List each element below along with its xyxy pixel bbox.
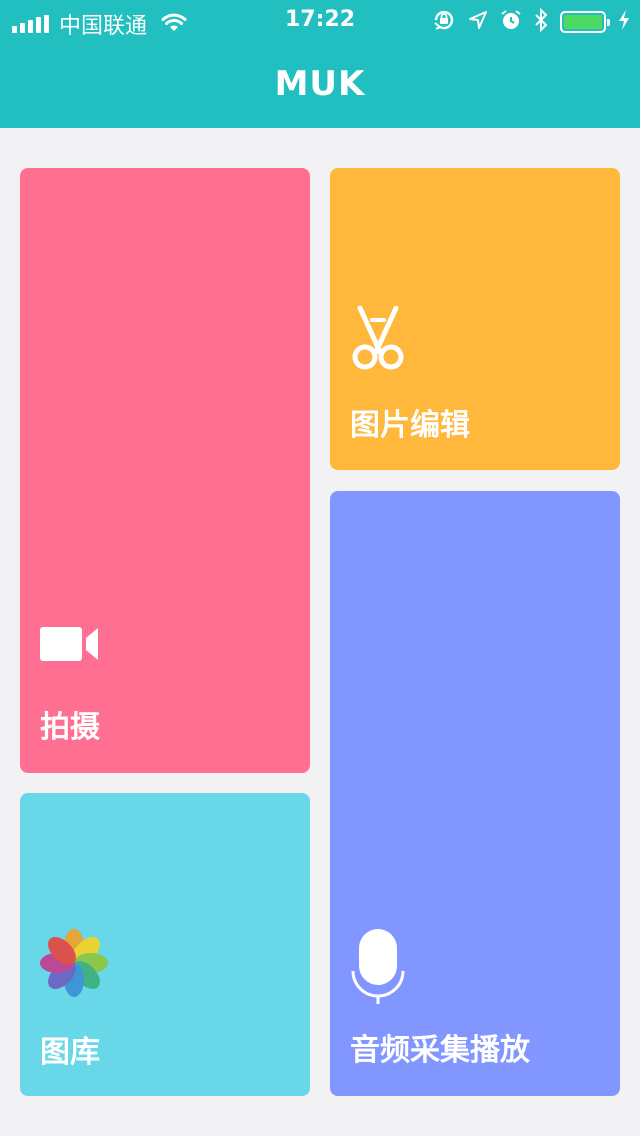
tile-gallery-label: 图库 (40, 1035, 100, 1070)
photos-icon (40, 929, 108, 1001)
tile-gallery[interactable]: 图库 (20, 793, 310, 1096)
video-camera-icon (40, 624, 100, 668)
tile-image-edit-label: 图片编辑 (350, 408, 470, 443)
battery-icon (560, 11, 610, 33)
battery-fill (564, 15, 602, 29)
status-bar: 中国联通 17:22 (0, 0, 640, 40)
tile-audio-label: 音频采集播放 (350, 1033, 530, 1068)
tile-shoot-label: 拍摄 (40, 710, 100, 745)
navigation-bar: MUK (0, 40, 640, 128)
tile-audio-record-play[interactable]: 音频采集播放 (330, 491, 620, 1096)
charging-bolt-icon (618, 9, 630, 35)
nav-title: MUK (274, 64, 366, 104)
tile-image-edit[interactable]: 图片编辑 (330, 168, 620, 470)
microphone-icon (350, 927, 406, 1009)
alarm-icon (500, 9, 522, 35)
tile-shoot[interactable]: 拍摄 (20, 168, 310, 773)
location-arrow-icon (468, 10, 488, 34)
scissors-icon (350, 305, 406, 376)
bluetooth-icon (534, 7, 548, 36)
status-right (432, 7, 630, 36)
orientation-lock-icon (432, 8, 456, 36)
